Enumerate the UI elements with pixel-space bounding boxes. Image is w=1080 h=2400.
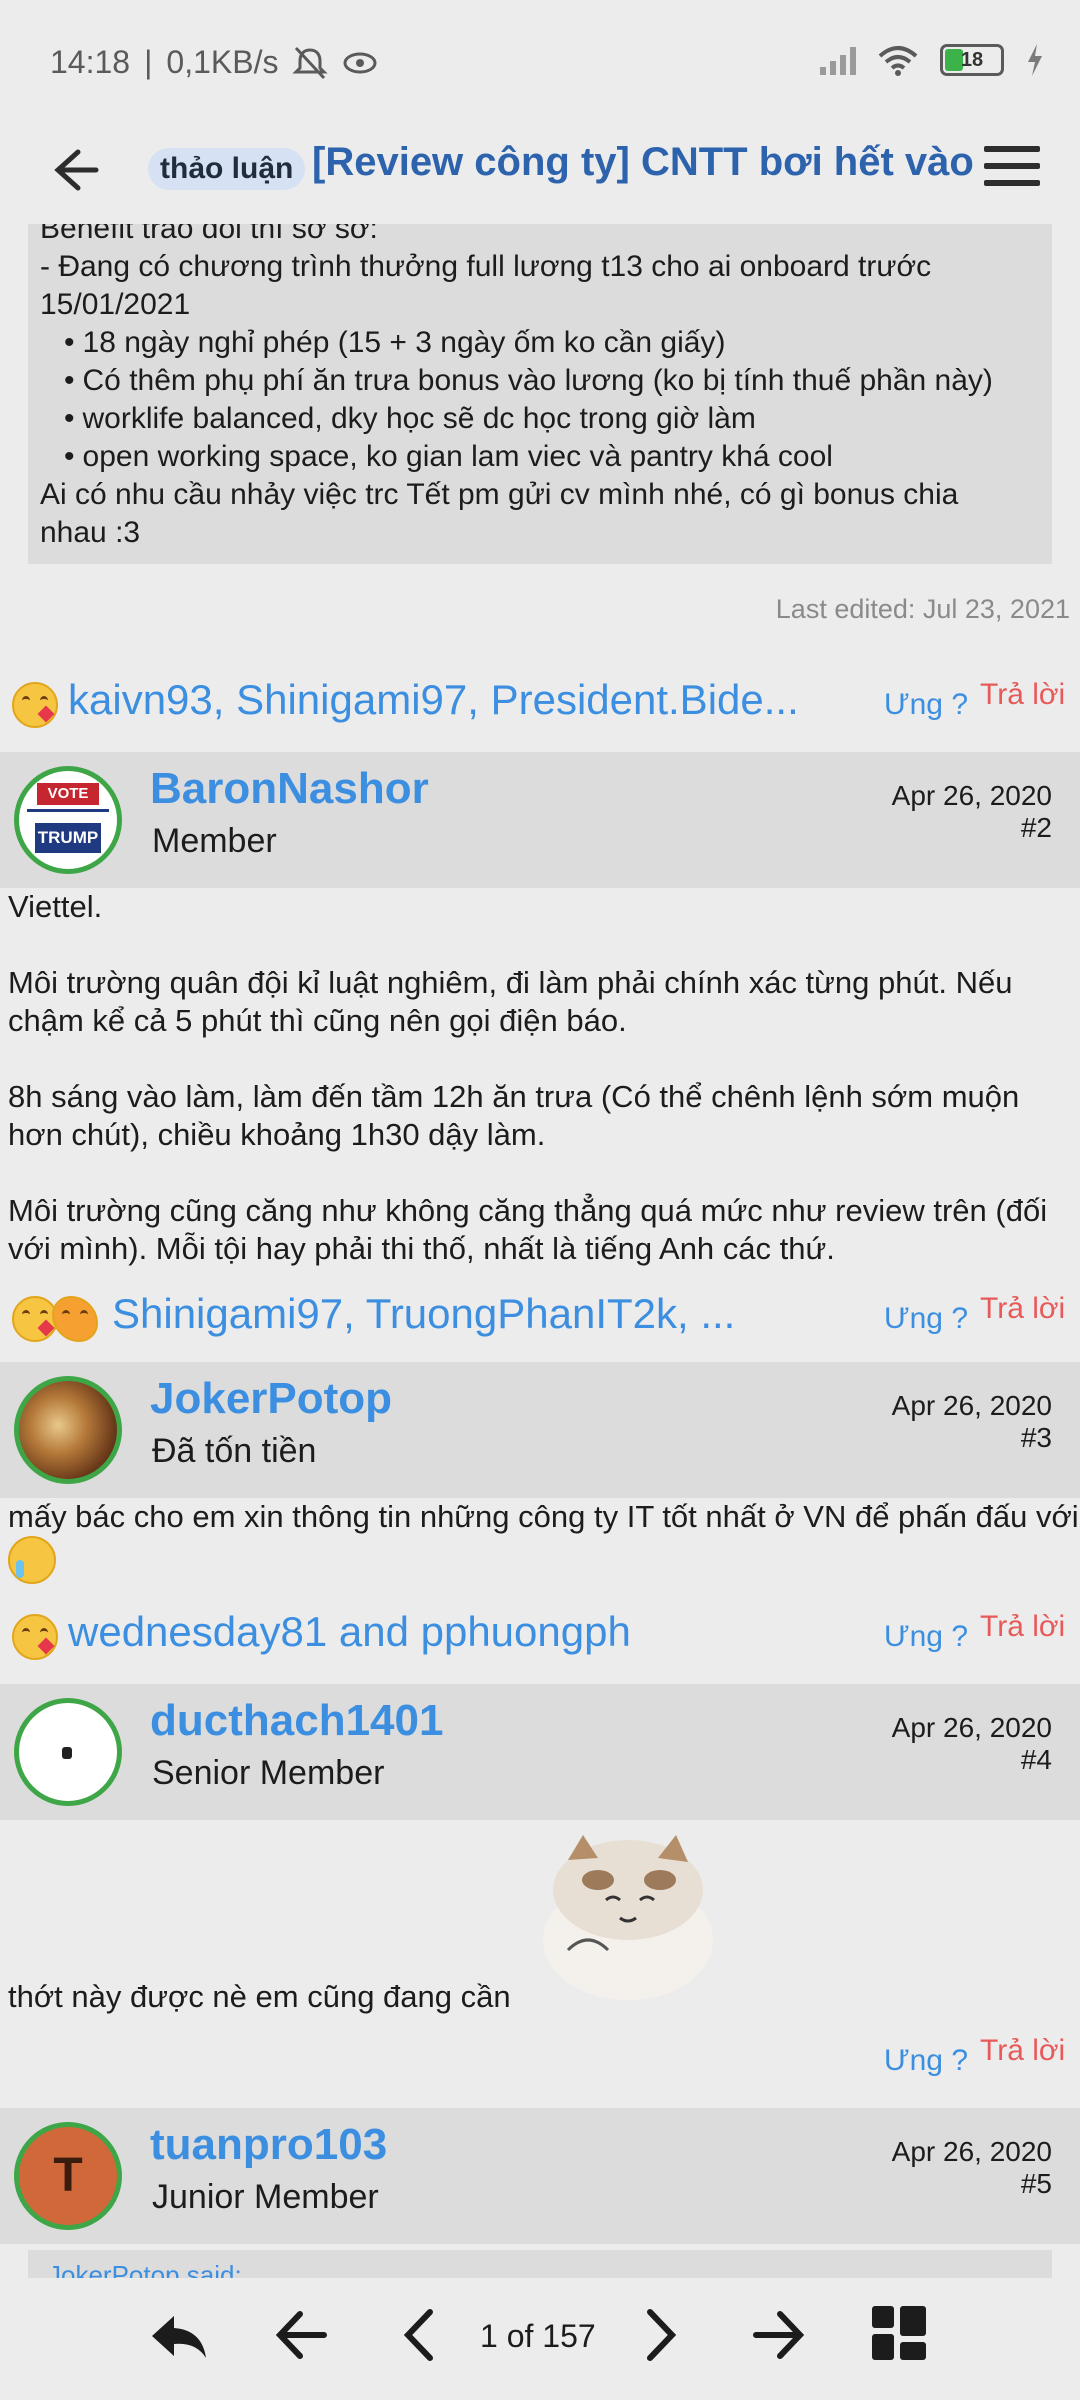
- mute-icon: [292, 46, 329, 79]
- post-2-line: 8h sáng vào làm, làm đến tầm 12h ăn trưa…: [8, 1079, 1020, 1114]
- grid-menu-icon[interactable]: [872, 2306, 926, 2360]
- post-2-line: hơn chút), chiều khoảng 1h30 dậy làm.: [8, 1117, 546, 1152]
- post-4-body: thớt này được nè em cũng đang cần: [8, 1978, 511, 2016]
- post-3-username[interactable]: JokerPotop: [150, 1374, 392, 1424]
- first-page-icon[interactable]: [266, 2300, 336, 2370]
- avatar[interactable]: [14, 1376, 122, 1484]
- cell-signal-icon: [820, 45, 856, 75]
- post-2-reaction-bar: Shinigami97, TruongPhanIT2k, ... Ưng ? T…: [0, 1282, 1080, 1352]
- battery-icon: 18: [940, 44, 1004, 76]
- post-3-user-role: Đã tốn tiền: [152, 1432, 317, 1470]
- post-5-date[interactable]: Apr 26, 2020: [892, 2136, 1052, 2168]
- previous-page-icon[interactable]: [386, 2300, 456, 2370]
- love-emoji-icon: [12, 1614, 58, 1660]
- eye-protect-icon: [343, 52, 377, 73]
- avatar[interactable]: [14, 1698, 122, 1806]
- post-3-react-button[interactable]: Ưng ?: [884, 1620, 968, 1654]
- post-2-username[interactable]: BaronNashor: [150, 764, 429, 814]
- post-2-user-role: Member: [152, 822, 277, 860]
- post-4-date[interactable]: Apr 26, 2020: [892, 1712, 1052, 1744]
- avatar[interactable]: VOTE TRUMP: [14, 766, 122, 874]
- post-5-quote: JokerPotop said:: [28, 2250, 1052, 2278]
- post-2-line: chậm kể cả 5 phút thì cũng nên gọi điện …: [8, 1003, 627, 1038]
- post-4-reply-button[interactable]: Trả lời: [980, 2034, 1065, 2068]
- post-5-user-role: Junior Member: [152, 2178, 379, 2216]
- post-2-line: với mình). Mỗi tội hay phải thi thố, nhấ…: [8, 1231, 835, 1266]
- post-3-header: JokerPotop Đã tốn tiền Apr 26, 2020 #3: [0, 1362, 1080, 1498]
- last-page-icon[interactable]: [744, 2300, 814, 2370]
- status-time: 14:18: [50, 44, 131, 80]
- post-5-username[interactable]: tuanpro103: [150, 2120, 387, 2170]
- thread-title: [Review công ty] CNTT bơi hết vào: [312, 140, 974, 184]
- thread-prefix-badge: thảo luận: [148, 148, 306, 190]
- post-4-react-button[interactable]: Ưng ?: [884, 2044, 968, 2078]
- post-2-reaction-users[interactable]: Shinigami97, TruongPhanIT2k, ...: [112, 1290, 735, 1338]
- post-1-bullet: worklife balanced, dky học sẽ dc học tro…: [40, 400, 1040, 438]
- post-2-line: Môi trường quân đội kỉ luật nghiêm, đi l…: [8, 965, 1013, 1000]
- post-1-line: Benefit trao đổi thì sơ sơ:: [40, 224, 378, 245]
- post-2-line: Viettel.: [8, 889, 103, 924]
- post-4-number[interactable]: #4: [1021, 1744, 1052, 1776]
- post-2-body: Viettel. Môi trường quân đội kỉ luật ngh…: [8, 888, 1047, 1268]
- post-4-header: ducthach1401 Senior Member Apr 26, 2020 …: [0, 1684, 1080, 1820]
- post-3-line: mấy bác cho em xin thông tin những công …: [8, 1499, 1079, 1534]
- post-1-line: Ai có nhu cầu nhảy việc trc Tết pm gửi c…: [40, 478, 959, 511]
- post-2-reply-button[interactable]: Trả lời: [980, 1292, 1065, 1326]
- post-3-reaction-bar: wednesday81 and pphuongph Ưng ? Trả lời: [0, 1600, 1080, 1670]
- post-2-number[interactable]: #2: [1021, 812, 1052, 844]
- post-1-body: Benefit trao đổi thì sơ sơ: - Đang có ch…: [28, 224, 1052, 564]
- post-1-bullet: open working space, ko gian lam viec và …: [40, 438, 1040, 476]
- bottom-navigation: 1 of 157: [0, 2278, 1080, 2400]
- post-3-reply-button[interactable]: Trả lời: [980, 1610, 1065, 1644]
- next-page-icon[interactable]: [624, 2300, 694, 2370]
- status-bar: 14:18 | 0,1KB/s 18: [0, 0, 1080, 128]
- post-3-date[interactable]: Apr 26, 2020: [892, 1390, 1052, 1422]
- post-4-line: thớt này được nè em cũng đang cần: [8, 1979, 511, 2014]
- post-1-bullet: Có thêm phụ phí ăn trưa bonus vào lương …: [40, 362, 1040, 400]
- post-2-line: Môi trường cũng căng như không căng thẳn…: [8, 1193, 1048, 1228]
- page-indicator[interactable]: 1 of 157: [480, 2318, 596, 2355]
- post-4-reaction-bar: Ưng ? Trả lời: [0, 2024, 1080, 2094]
- post-1-reaction-bar: kaivn93, Shinigami97, President.Bide... …: [0, 668, 1080, 738]
- reply-arrow-icon[interactable]: [144, 2300, 214, 2370]
- avatar-trump-text: TRUMP: [35, 823, 101, 853]
- love-emoji-icon: [12, 682, 58, 728]
- clap-emoji-icon: [52, 1296, 98, 1342]
- love-emoji-icon: [12, 1296, 58, 1342]
- post-5-number[interactable]: #5: [1021, 2168, 1052, 2200]
- last-edited-note: Last edited: Jul 23, 2021: [775, 594, 1070, 624]
- post-3-reaction-users[interactable]: wednesday81 and pphuongph: [68, 1608, 631, 1656]
- battery-level: 18: [960, 49, 984, 71]
- post-5-header: T tuanpro103 Junior Member Apr 26, 2020 …: [0, 2108, 1080, 2244]
- post-1-reply-button[interactable]: Trả lời: [980, 678, 1065, 712]
- post-1-line: 15/01/2021: [40, 288, 191, 321]
- cat-sticker-image: [543, 1835, 713, 2000]
- post-2-react-button[interactable]: Ưng ?: [884, 1302, 968, 1336]
- post-2-header: VOTE TRUMP BaronNashor Member Apr 26, 20…: [0, 752, 1080, 888]
- post-3-body: mấy bác cho em xin thông tin những công …: [8, 1498, 1079, 1584]
- post-2-date[interactable]: Apr 26, 2020: [892, 780, 1052, 812]
- wifi-icon: [878, 46, 918, 76]
- post-4-username[interactable]: ducthach1401: [150, 1696, 443, 1746]
- hamburger-menu-icon[interactable]: [984, 146, 1040, 194]
- post-1-react-button[interactable]: Ưng ?: [884, 688, 968, 722]
- post-1-reaction-users[interactable]: kaivn93, Shinigami97, President.Bide...: [68, 676, 799, 724]
- post-3-number[interactable]: #3: [1021, 1422, 1052, 1454]
- post-1-line: - Đang có chương trình thưởng full lương…: [40, 250, 932, 283]
- avatar[interactable]: T: [14, 2122, 122, 2230]
- post-4-user-role: Senior Member: [152, 1754, 385, 1792]
- avatar-vote-text: VOTE: [37, 783, 99, 805]
- thread-header: thảo luận [Review công ty] CNTT bơi hết …: [0, 128, 1080, 224]
- charging-icon: [1028, 44, 1042, 76]
- post-1-line: nhau :3: [40, 516, 141, 549]
- back-arrow-icon[interactable]: [44, 138, 108, 202]
- quote-author-link[interactable]: JokerPotop said:: [48, 2260, 242, 2278]
- crying-emoji-icon: [8, 1536, 56, 1584]
- post-1-bullet: 18 ngày nghỉ phép (15 + 3 ngày ốm ko cần…: [40, 324, 1040, 362]
- status-net-speed: 0,1KB/s: [166, 44, 279, 80]
